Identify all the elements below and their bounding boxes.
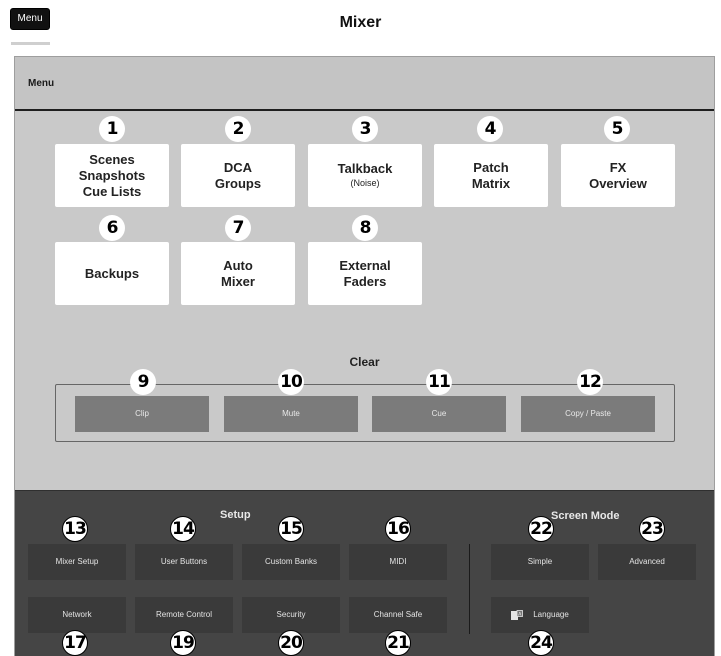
tile-dca-line2: Groups: [214, 175, 262, 191]
tile-patch-matrix[interactable]: Patch Matrix: [434, 144, 548, 207]
tile-talkback-line1: Talkback: [337, 161, 393, 176]
marker-21: 21: [385, 630, 411, 656]
marker-8: 8: [352, 215, 378, 241]
marker-14: 14: [170, 516, 196, 542]
remote-control-button[interactable]: Remote Control: [135, 597, 233, 633]
clear-copy-paste-button[interactable]: Copy / Paste: [521, 396, 655, 432]
marker-11: 11: [426, 369, 452, 395]
tile-external-faders[interactable]: External Faders: [308, 242, 422, 305]
language-icon: A: [511, 597, 524, 633]
tile-patch-line1: Patch: [473, 159, 509, 175]
tile-dca-line1: DCA: [223, 159, 253, 175]
marker-4: 4: [477, 116, 503, 142]
tile-backups[interactable]: Backups: [55, 242, 169, 305]
clear-label: Clear: [349, 355, 380, 369]
simple-mode-button[interactable]: Simple: [491, 544, 589, 580]
tile-auto-mixer[interactable]: Auto Mixer: [181, 242, 295, 305]
marker-19: 19: [170, 630, 196, 656]
tile-scenes[interactable]: Scenes Snapshots Cue Lists: [55, 144, 169, 207]
tile-talkback[interactable]: Talkback (Noise): [308, 144, 422, 207]
tile-auto-line2: Mixer: [221, 273, 255, 289]
marker-6: 6: [99, 215, 125, 241]
page-title: Mixer: [339, 14, 382, 31]
tile-scenes-line1: Scenes: [89, 151, 135, 167]
network-button[interactable]: Network: [28, 597, 126, 633]
marker-24: 24: [528, 630, 554, 656]
marker-17: 17: [62, 630, 88, 656]
marker-13: 13: [62, 516, 88, 542]
tile-scenes-line2: Snapshots: [78, 167, 146, 183]
marker-9: 9: [130, 369, 156, 395]
clear-clip-button[interactable]: Clip: [75, 396, 209, 432]
user-buttons-button[interactable]: User Buttons: [135, 544, 233, 580]
clear-cue-button[interactable]: Cue: [372, 396, 506, 432]
tile-fx-line2: Overview: [589, 175, 647, 191]
tile-auto-line1: Auto: [223, 257, 253, 273]
language-button[interactable]: A Language: [491, 597, 589, 633]
advanced-mode-button[interactable]: Advanced: [598, 544, 696, 580]
tile-backups-line1: Backups: [84, 265, 140, 281]
tile-external-line2: Faders: [343, 273, 387, 289]
menu-underline: [11, 42, 50, 45]
marker-20: 20: [278, 630, 304, 656]
marker-23: 23: [639, 516, 665, 542]
mixer-setup-button[interactable]: Mixer Setup: [28, 544, 126, 580]
window-header: [15, 57, 714, 111]
tile-external-line1: External: [339, 257, 391, 273]
marker-1: 1: [99, 116, 125, 142]
tile-dca-groups[interactable]: DCA Groups: [181, 144, 295, 207]
marker-7: 7: [225, 215, 251, 241]
language-label: Language: [533, 610, 569, 620]
setup-divider: [469, 544, 470, 634]
clear-mute-button[interactable]: Mute: [224, 396, 358, 432]
tile-talkback-sub: (Noise): [350, 178, 380, 188]
screen-mode-label: Screen Mode: [551, 510, 620, 522]
marker-15: 15: [278, 516, 304, 542]
window-title: Menu: [28, 78, 55, 89]
setup-label: Setup: [220, 509, 251, 521]
midi-button[interactable]: MIDI: [349, 544, 447, 580]
marker-16: 16: [385, 516, 411, 542]
security-button[interactable]: Security: [242, 597, 340, 633]
custom-banks-button[interactable]: Custom Banks: [242, 544, 340, 580]
tile-scenes-line3: Cue Lists: [82, 183, 142, 199]
marker-3: 3: [352, 116, 378, 142]
marker-5: 5: [604, 116, 630, 142]
channel-safe-button[interactable]: Channel Safe: [349, 597, 447, 633]
marker-2: 2: [225, 116, 251, 142]
tile-patch-line2: Matrix: [471, 175, 511, 191]
marker-10: 10: [278, 369, 304, 395]
marker-22: 22: [528, 516, 554, 542]
marker-12: 12: [577, 369, 603, 395]
tile-fx-overview[interactable]: FX Overview: [561, 144, 675, 207]
tile-fx-line1: FX: [609, 159, 627, 175]
